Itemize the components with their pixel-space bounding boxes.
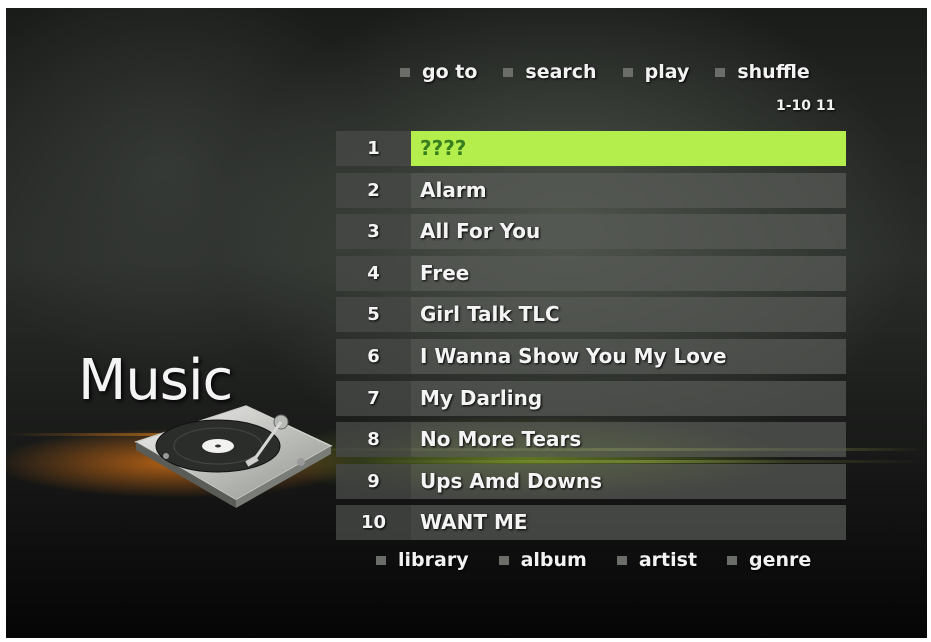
square-bullet-icon — [715, 67, 726, 77]
track-title: WANT ME — [411, 505, 846, 541]
track-row[interactable]: 4 Free — [336, 255, 846, 291]
track-title: Ups Amd Downs — [411, 463, 846, 499]
menu-item-label: play — [644, 61, 690, 83]
track-title: All For You — [411, 214, 846, 250]
track-number: 4 — [336, 255, 411, 291]
track-row[interactable]: 2 Alarm — [336, 172, 846, 208]
menu-item-play[interactable]: play — [622, 61, 690, 83]
square-bullet-icon — [503, 67, 514, 77]
track-row[interactable]: 5 Girl Talk TLC — [336, 297, 846, 333]
square-bullet-icon — [498, 555, 509, 565]
track-number: 5 — [336, 297, 411, 333]
menu-item-label: library — [398, 549, 469, 571]
track-row[interactable]: 7 My Darling — [336, 380, 846, 416]
menu-item-search[interactable]: search — [503, 61, 597, 83]
square-bullet-icon — [400, 67, 410, 77]
square-bullet-icon — [616, 555, 627, 565]
track-number: 10 — [336, 505, 411, 541]
menu-item-label: genre — [749, 549, 812, 571]
menu-item-genre[interactable]: genre — [727, 549, 811, 571]
track-number: 3 — [336, 214, 411, 250]
track-title: ???? — [411, 131, 846, 166]
track-number: 7 — [336, 380, 411, 416]
turntable-icon — [134, 405, 333, 508]
track-row[interactable]: 9 Ups Amd Downs — [336, 463, 846, 499]
menu-item-artist[interactable]: artist — [616, 549, 698, 571]
track-title: Girl Talk TLC — [411, 297, 846, 333]
track-title: Alarm — [411, 172, 846, 208]
track-title: I Wanna Show You My Love — [411, 338, 846, 374]
menu-item-go-to[interactable]: go to — [400, 61, 477, 83]
top-menu: go to search play shuffle — [400, 61, 810, 83]
menu-item-label: shuffle — [737, 61, 810, 83]
menu-item-library[interactable]: library — [376, 549, 469, 571]
track-number: 8 — [336, 422, 411, 458]
track-row[interactable]: 8 No More Tears — [336, 422, 846, 458]
menu-item-label: search — [525, 61, 597, 83]
bottom-menu: library album artist genre — [376, 549, 811, 571]
track-title: Free — [411, 255, 846, 291]
media-screen: go to search play shuffle 1-10 11 1 ????… — [6, 8, 927, 638]
menu-item-label: artist — [638, 549, 698, 571]
track-row[interactable]: 6 I Wanna Show You My Love — [336, 338, 846, 374]
menu-item-label: go to — [422, 61, 478, 83]
square-bullet-icon — [622, 67, 633, 77]
track-row[interactable]: 1 ???? — [336, 131, 846, 166]
menu-item-shuffle[interactable]: shuffle — [715, 61, 810, 83]
track-number: 2 — [336, 172, 411, 208]
track-number: 6 — [336, 338, 411, 374]
square-bullet-icon — [727, 555, 738, 565]
track-list: 1 ???? 2 Alarm 3 All For You 4 Free 5 Gi… — [336, 131, 846, 547]
menu-item-album[interactable]: album — [498, 549, 587, 571]
page-indicator: 1-10 11 — [776, 98, 836, 114]
square-bullet-icon — [376, 555, 386, 565]
track-title: No More Tears — [411, 422, 846, 458]
track-number: 1 — [336, 131, 411, 166]
track-row[interactable]: 10 WANT ME — [336, 505, 846, 541]
track-title: My Darling — [411, 380, 846, 416]
track-number: 9 — [336, 463, 411, 499]
menu-item-label: album — [520, 549, 587, 571]
track-row[interactable]: 3 All For You — [336, 214, 846, 250]
